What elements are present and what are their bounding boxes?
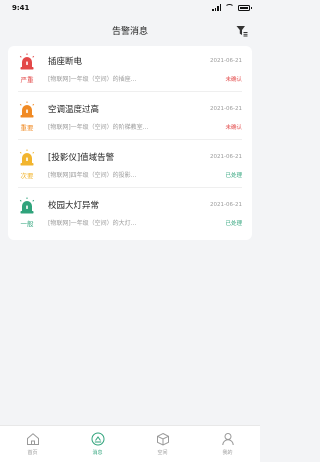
level-label: 重要 — [20, 124, 34, 132]
page-title: 告警消息 — [111, 27, 148, 37]
status-badge: 未确认 — [225, 125, 242, 131]
divider — [18, 139, 242, 140]
tab-messages[interactable]: 消息 — [65, 426, 130, 462]
siren-icon — [19, 149, 35, 166]
home-icon — [26, 433, 39, 445]
wifi-icon — [225, 4, 234, 11]
alarm-date: 2021-06-21 — [210, 202, 242, 208]
level-label: 严重 — [20, 76, 34, 84]
tab-label: 空间 — [157, 450, 168, 456]
tab-label: 首页 — [27, 450, 38, 456]
divider — [18, 91, 242, 92]
alarm-description: [物联网]四年级（空间）的投影... — [48, 172, 137, 179]
message-icon — [91, 432, 104, 446]
nav-bar: 告警消息 — [0, 16, 260, 46]
siren-icon — [19, 101, 35, 118]
alarm-title: [投影仪]值域告警 — [48, 153, 115, 163]
battery-icon — [238, 4, 252, 11]
alarm-description: [物联网]一年级（空间）的大灯... — [48, 220, 137, 227]
alarm-title: 插座断电 — [48, 57, 83, 67]
filter-icon[interactable] — [236, 25, 248, 37]
alarm-item[interactable]: 严重 插座断电 2021-06-21 [物联网]一年级（空间）的插座... 未确… — [8, 46, 252, 92]
tab-space[interactable]: 空间 — [130, 426, 195, 462]
alarm-item[interactable]: 一般 校园大灯异常 2021-06-21 [物联网]一年级（空间）的大灯... … — [8, 190, 252, 236]
tab-label: 我的 — [222, 450, 233, 456]
alarm-date: 2021-06-21 — [210, 106, 242, 112]
alarm-item[interactable]: 重要 空调温度过高 2021-06-21 [物联网]一年级（空间）的阶梯教室..… — [8, 94, 252, 140]
status-badge: 未确认 — [225, 77, 242, 83]
status-badge: 已处理 — [225, 173, 242, 179]
space-cube-icon — [156, 432, 169, 446]
alarm-title: 校园大灯异常 — [48, 201, 100, 211]
tab-bar: 首页 消息 空间 我的 — [0, 425, 260, 462]
status-bar: 9:41 — [0, 0, 260, 16]
tab-home[interactable]: 首页 — [0, 426, 65, 462]
alarm-date: 2021-06-21 — [210, 154, 242, 160]
alarm-date: 2021-06-21 — [210, 58, 242, 64]
divider — [18, 187, 242, 188]
alarm-title: 空调温度过高 — [48, 105, 100, 115]
alarm-list: 严重 插座断电 2021-06-21 [物联网]一年级（空间）的插座... 未确… — [8, 46, 252, 240]
tab-profile[interactable]: 我的 — [195, 426, 260, 462]
signal-icon — [212, 4, 221, 11]
siren-icon — [19, 197, 35, 214]
user-icon — [221, 433, 234, 446]
alarm-item[interactable]: 次要 [投影仪]值域告警 2021-06-21 [物联网]四年级（空间）的投影.… — [8, 142, 252, 188]
siren-icon — [19, 53, 35, 70]
level-label: 次要 — [20, 172, 34, 180]
status-icons — [212, 4, 252, 11]
alarm-description: [物联网]一年级（空间）的阶梯教室... — [48, 124, 149, 131]
status-badge: 已处理 — [225, 221, 242, 227]
status-time: 9:41 — [12, 4, 30, 12]
level-label: 一般 — [20, 220, 34, 228]
tab-label: 消息 — [92, 450, 103, 456]
alarm-description: [物联网]一年级（空间）的插座... — [48, 76, 137, 83]
